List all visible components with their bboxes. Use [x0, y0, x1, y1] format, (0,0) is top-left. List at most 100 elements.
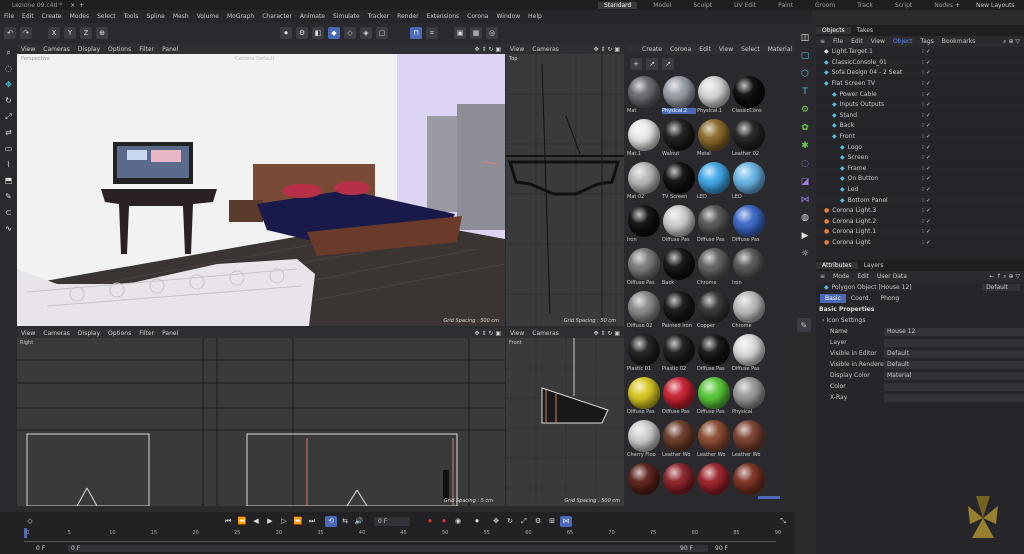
right-vp-nav-icons[interactable]: ✥ ⇕ ↻ ▣	[471, 330, 505, 337]
visibility-toggle[interactable]: ⁝ ✓	[922, 228, 931, 235]
object-row[interactable]: ● Corona Light ⁝ ✓	[816, 238, 1024, 249]
soft-selection-icon[interactable]: ∿	[2, 222, 15, 235]
menu-spline[interactable]: Spline	[142, 13, 168, 20]
attr-field-value[interactable]: Default	[884, 349, 1024, 358]
top-viewport[interactable]: Top Grid Spacing : 50 cm	[506, 54, 624, 326]
material-swatch[interactable]: Diffuse Pas	[662, 205, 696, 248]
object-row[interactable]: ◆ ClassicConsole_01 ⁝ ✓	[816, 58, 1024, 69]
record-icon[interactable]: ⏺	[424, 516, 436, 527]
object-row[interactable]: ◆ Logo ⁝ ✓	[816, 142, 1024, 153]
generator-icon[interactable]: ⚙	[798, 103, 812, 117]
menu-help[interactable]: Help	[524, 13, 546, 20]
next-frame-icon[interactable]: ▷	[278, 516, 290, 527]
right-vp-menu-panel[interactable]: Panel	[158, 330, 182, 337]
search-icon[interactable]: ⌕	[2, 46, 15, 59]
menu-character[interactable]: Character	[258, 13, 296, 20]
visibility-toggle[interactable]: ⁝ ✓	[922, 101, 931, 108]
mat-menu-view[interactable]: View	[715, 46, 737, 53]
material-swatch[interactable]: Physical	[732, 377, 766, 420]
key-scale-icon[interactable]: ⤢	[518, 516, 530, 527]
front-vp-menu-cameras[interactable]: Cameras	[528, 330, 563, 337]
menu-corona[interactable]: Corona	[463, 13, 492, 20]
material-arrow-icon[interactable]: ↗	[646, 58, 658, 70]
effector-icon[interactable]: ✱	[798, 139, 812, 153]
visibility-toggle[interactable]: ⁝ ✓	[922, 207, 931, 214]
front-vp-nav-icons[interactable]: ✥ ⇕ ↻ ▣	[590, 330, 624, 337]
range-start-field[interactable]: 0 F	[36, 545, 62, 552]
key-param-icon[interactable]: ⚙	[532, 516, 544, 527]
key-rotation-icon[interactable]: ↻	[504, 516, 516, 527]
layout-tab-model[interactable]: Model	[647, 2, 677, 9]
visibility-toggle[interactable]: ⁝ ✓	[922, 69, 931, 76]
range-icon[interactable]: ⇆	[339, 516, 351, 527]
material-swatch[interactable]: Leather Wo	[697, 420, 731, 463]
transform-icon[interactable]: ⇄	[2, 126, 15, 139]
edge-mode-icon[interactable]: ◈	[360, 27, 372, 39]
point-mode-icon[interactable]: ◇	[344, 27, 356, 39]
pen-tool-icon[interactable]: ✎	[797, 318, 811, 332]
material-swatch[interactable]: Physical.1	[697, 76, 731, 119]
attr-preset-dropdown[interactable]: Default	[982, 284, 1020, 291]
mat-menu-corona[interactable]: Corona	[666, 46, 695, 53]
material-swatch[interactable]	[627, 463, 661, 506]
null-object-icon[interactable]: ◫	[798, 31, 812, 45]
visibility-toggle[interactable]: ⁝ ✓	[922, 186, 931, 193]
visibility-toggle[interactable]: ⁝ ✓	[922, 175, 931, 182]
scale-icon[interactable]: ⤢	[2, 110, 15, 123]
rotate-icon[interactable]: ↻	[2, 94, 15, 107]
object-row[interactable]: ◆ Back ⁝ ✓	[816, 121, 1024, 132]
render-settings-icon[interactable]: ⚙	[296, 27, 308, 39]
material-swatch[interactable]: TV Screen	[662, 162, 696, 205]
attr-field-value[interactable]	[884, 338, 1024, 347]
material-swatch[interactable]: Chrome	[732, 291, 766, 334]
vp-menu-filter[interactable]: Filter	[135, 46, 158, 53]
right-vp-menu-filter[interactable]: Filter	[135, 330, 158, 337]
layout-tab-groom[interactable]: Groom	[809, 2, 841, 9]
top-vp-nav-icons[interactable]: ✥ ⇕ ↻ ▣	[590, 46, 624, 53]
box-select-icon[interactable]: ▭	[2, 142, 15, 155]
play-icon[interactable]: ▶	[264, 516, 276, 527]
material-swatch[interactable]: Physical.2	[662, 76, 696, 119]
right-vp-menu-view[interactable]: View	[17, 330, 39, 337]
right-viewport[interactable]: Right Grid Spacing : 5 cm	[17, 338, 505, 506]
sound-icon[interactable]: 🔊	[353, 516, 365, 527]
brush-icon[interactable]: ✎	[2, 190, 15, 203]
material-swatch[interactable]: LED	[732, 162, 766, 205]
right-vp-menu-cameras[interactable]: Cameras	[39, 330, 74, 337]
vp-menu-panel[interactable]: Panel	[158, 46, 182, 53]
vp-menu-cameras[interactable]: Cameras	[39, 46, 74, 53]
object-row[interactable]: ◆ Power Cable ⁝ ✓	[816, 89, 1024, 100]
menu-simulate[interactable]: Simulate	[329, 13, 364, 20]
obj-menu-view[interactable]: View	[867, 38, 889, 45]
material-swatch[interactable]: Diffuse Pas	[627, 377, 661, 420]
knife-icon[interactable]: ⌇	[2, 158, 15, 171]
mat-menu-create[interactable]: Create	[638, 46, 666, 53]
tab-takes[interactable]: Takes	[851, 27, 879, 34]
material-swatch[interactable]: Leather Wo	[662, 420, 696, 463]
obj-menu-file[interactable]: File	[829, 38, 847, 45]
menu-extensions[interactable]: Extensions	[423, 13, 464, 20]
lock-icon[interactable]: ▣	[454, 27, 466, 39]
front-viewport[interactable]: Front Grid Spacing : 500 cm	[506, 338, 624, 506]
timeline-expand-icon[interactable]: ⤡	[777, 516, 789, 527]
tab-layers[interactable]: Layers	[858, 262, 890, 269]
coordinate-system-icon[interactable]: ⊕	[96, 27, 108, 39]
attr-field-value[interactable]	[884, 382, 1024, 391]
object-row[interactable]: ◆ Inputs Outputs ⁝ ✓	[816, 100, 1024, 111]
layout-tab-standard[interactable]: Standard	[598, 1, 638, 9]
material-pick-icon[interactable]: ↗	[662, 58, 674, 70]
menu-modes[interactable]: Modes	[66, 13, 93, 20]
camera-object-icon[interactable]: ▶	[798, 229, 812, 243]
material-swatch[interactable]: Painted Iron	[662, 291, 696, 334]
model-mode-icon[interactable]: ◧	[312, 27, 324, 39]
object-mode-icon[interactable]: ◆	[328, 27, 340, 39]
tag-icon[interactable]: ⋈	[798, 193, 812, 207]
material-swatch[interactable]: Back	[662, 248, 696, 291]
add-layout-icon[interactable]: +	[955, 2, 960, 9]
attr-field-value[interactable]: Default	[884, 360, 1024, 369]
key-position-icon[interactable]: ✥	[490, 516, 502, 527]
material-swatch[interactable]: Iron	[627, 205, 661, 248]
next-key-icon[interactable]: ⏩	[292, 516, 304, 527]
object-row[interactable]: ● Corona Light.1 ⁝ ✓	[816, 227, 1024, 238]
obj-menu-bookmarks[interactable]: Bookmarks	[938, 38, 980, 45]
